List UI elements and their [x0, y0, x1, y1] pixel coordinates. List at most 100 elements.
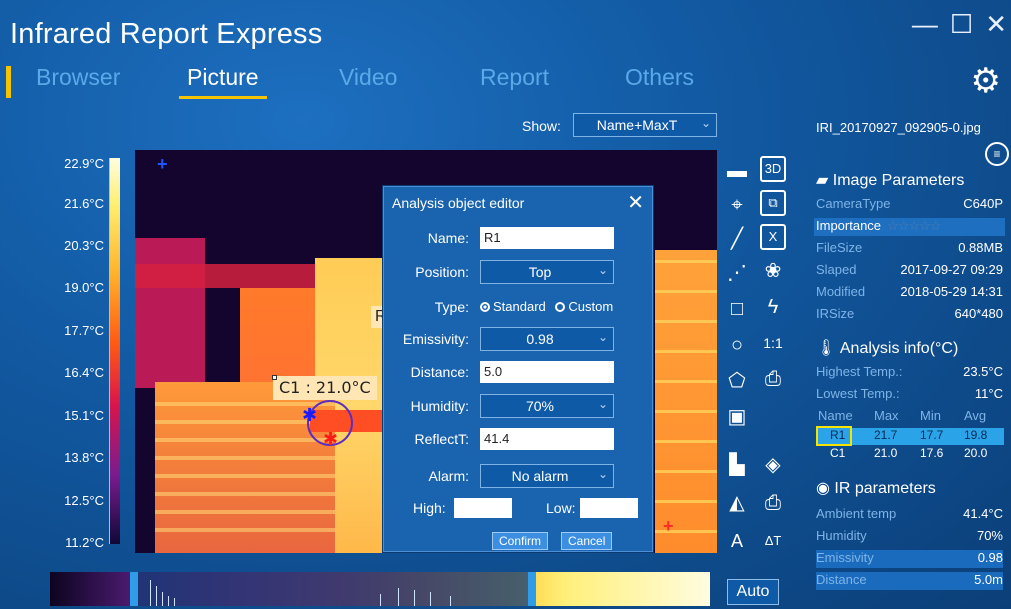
highest-row: Highest Temp.: 23.5°C [816, 364, 1003, 382]
humidity-key: Humidity [816, 528, 867, 543]
ellipse-icon[interactable]: ○ [724, 332, 750, 358]
high-label: High: [413, 500, 446, 516]
text-tool-button[interactable]: A [724, 528, 750, 554]
type-standard-radio[interactable]: Standard [480, 299, 546, 314]
polygon-icon[interactable]: ⬠ [724, 368, 750, 394]
low-field[interactable] [580, 498, 638, 518]
type-custom-radio[interactable]: Custom [555, 299, 613, 314]
reflect-field[interactable]: 41.4 [480, 428, 614, 450]
lowest-row: Lowest Temp.: 11°C [816, 386, 1003, 404]
low-label: Low: [546, 500, 576, 516]
minimize-icon[interactable]: — [912, 10, 938, 38]
position-value: Top [528, 264, 552, 280]
name-field[interactable]: R1 [480, 227, 614, 249]
print-icon[interactable]: ⎙ [760, 490, 786, 516]
save-icon[interactable]: ▣ [724, 404, 750, 430]
analysis-title: Analysis info(°C) [839, 340, 959, 357]
line-icon[interactable]: ╱ [724, 226, 750, 252]
polyline-icon[interactable]: ⋰ [724, 260, 750, 286]
importance-key: Importance [816, 218, 882, 233]
humidity-dropdown[interactable]: 70% ⌄ [480, 394, 614, 418]
scale-label: 12.5°C [64, 493, 104, 508]
scale-label: 22.9°C [64, 156, 104, 171]
maximize-icon[interactable]: ☐ [950, 10, 973, 38]
histogram-high-handle[interactable] [528, 572, 536, 606]
scale-label: 17.7°C [64, 323, 104, 338]
radio-off-icon [555, 302, 566, 312]
distance-value: 5.0m [974, 572, 1003, 587]
close-icon[interactable]: ✕ [627, 190, 644, 215]
3d-view-button[interactable]: 3D [760, 156, 786, 182]
spot-crosshair-icon[interactable]: ⌖ [724, 192, 750, 218]
rectangle-icon[interactable]: □ [724, 296, 750, 322]
camera-type-key: CameraType [816, 196, 891, 211]
high-field[interactable] [454, 498, 512, 518]
modified-value: 2018-05-29 14:31 [900, 284, 1003, 299]
importance-row[interactable]: Importance ☆☆☆☆☆ [814, 218, 1005, 236]
delta-t-button[interactable]: ΔT [760, 528, 786, 554]
position-label: Position: [415, 264, 469, 280]
level-icon[interactable]: ▙ [724, 452, 750, 478]
lightning-icon[interactable]: ϟ [760, 294, 786, 320]
humidity-value: 70% [976, 528, 1003, 543]
fill-icon[interactable]: ◭ [724, 490, 750, 516]
histogram-bar[interactable] [50, 572, 710, 606]
row-avg: 19.8 [964, 428, 988, 442]
close-icon[interactable]: ✕ [985, 10, 1007, 38]
row-max: 21.7 [874, 428, 898, 442]
emissivity-label: Emissivity: [402, 331, 469, 347]
star-rating-icon[interactable]: ☆☆☆☆☆ [887, 218, 941, 233]
show-dropdown[interactable]: Name+MaxT ⌄ [573, 113, 717, 137]
emissivity-dropdown[interactable]: 0.98 ⌄ [480, 327, 614, 351]
gear-icon[interactable]: ⚙ [971, 64, 1001, 98]
tab-others[interactable]: Others [625, 64, 694, 91]
col-avg: Avg [964, 408, 987, 423]
type-label: Type: [434, 299, 469, 315]
confirm-button[interactable]: Confirm [492, 532, 549, 550]
analysis-heading: 🌡 Analysis info(°C) [816, 338, 958, 358]
irsize-key: IRSize [816, 306, 855, 321]
scale-label: 20.3°C [64, 238, 104, 253]
tab-marker [6, 66, 11, 98]
tool-palette: ▬ 3D ⌖ ⧉ ╱ X ⋰ ❀ □ ϟ ○ 1:1 ⬠ ⎙ ▣ ▙ ◈ ◭ ⎙… [722, 154, 790, 554]
image-icon: ▰ [816, 172, 829, 189]
copy-icon[interactable]: ⧉ [760, 190, 786, 216]
type-options: Standard Custom [480, 299, 613, 314]
window-controls: — ☐ ✕ [912, 10, 1007, 38]
min-temp-marker-icon: ✱ [302, 405, 318, 425]
dialog-title: Analysis object editor [392, 195, 525, 211]
c1-label[interactable]: C1 : 21.0°C [272, 375, 377, 400]
temperature-color-bar [110, 158, 120, 544]
histogram-low-handle[interactable] [130, 572, 138, 606]
cancel-button[interactable]: Cancel [561, 532, 613, 550]
file-size-key: FileSize [816, 240, 863, 255]
scale-label: 15.1°C [64, 408, 104, 423]
crosshair-icon: + [663, 516, 674, 536]
table-row[interactable]: C1 21.0 17.6 20.0 [816, 446, 1004, 463]
table-row[interactable]: R1 21.7 17.7 19.8 [816, 426, 1004, 446]
folder-icon[interactable]: ▬ [724, 158, 750, 184]
auto-button[interactable]: Auto [727, 579, 779, 605]
ir-title: IR parameters [834, 480, 936, 497]
tab-report[interactable]: Report [480, 64, 549, 91]
distance-field[interactable]: 5.0 [480, 361, 614, 383]
modified-row: Modified 2018-05-29 14:31 [816, 284, 1003, 302]
thermometer-icon: 🌡 [816, 340, 837, 357]
lowest-value: 11°C [974, 386, 1003, 401]
eraser-icon[interactable]: ◈ [760, 452, 786, 478]
type-custom-label: Custom [568, 299, 614, 314]
tab-picture[interactable]: Picture [179, 64, 267, 99]
export-icon[interactable]: ⎙ [760, 366, 786, 392]
crosshair-icon: + [157, 154, 168, 174]
file-size-row: FileSize 0.88MB [816, 240, 1003, 258]
delete-box-button[interactable]: X [760, 224, 786, 250]
tab-video[interactable]: Video [339, 64, 397, 91]
position-dropdown[interactable]: Top ⌄ [480, 260, 614, 284]
zoom-1to1-button[interactable]: 1:1 [760, 330, 786, 356]
alarm-dropdown[interactable]: No alarm ⌄ [480, 464, 614, 488]
irsize-value: 640*480 [954, 306, 1003, 321]
tab-browser[interactable]: Browser [36, 64, 120, 91]
palette-icon[interactable]: ❀ [760, 258, 786, 284]
ambient-value: 41.4°C [963, 506, 1003, 521]
emissivity-row: Emissivity 0.98 [816, 550, 1003, 568]
